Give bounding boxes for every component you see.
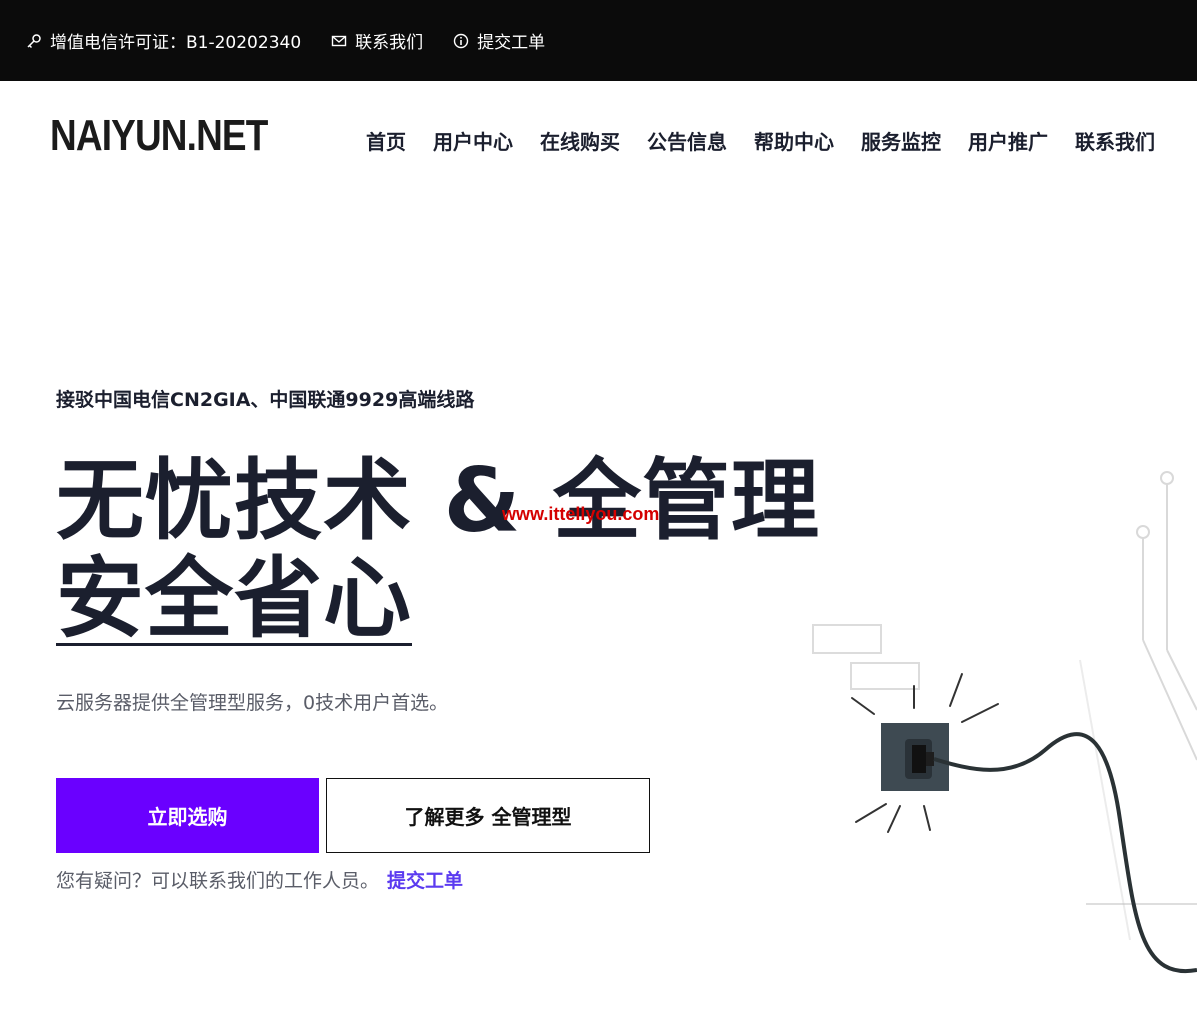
- learn-more-button[interactable]: 了解更多 全管理型: [326, 778, 650, 853]
- license-info: 增值电信许可证：B1-20202340: [26, 28, 301, 53]
- top-info-bar: 增值电信许可证：B1-20202340 联系我们 提交工单: [0, 0, 1197, 81]
- unplugged-socket-illustration: [812, 471, 1197, 974]
- headline-line-1: 无忧技术 & 全管理: [56, 449, 821, 552]
- nav-service-monitor[interactable]: 服务监控: [861, 126, 941, 155]
- nav-home[interactable]: 首页: [366, 126, 406, 155]
- nav-buy-online[interactable]: 在线购买: [540, 126, 620, 155]
- buy-now-button[interactable]: 立即选购: [56, 778, 319, 853]
- hero-headline: 无忧技术 & 全管理 安全省心: [56, 452, 820, 648]
- site-header: NAIYUN.NET 首页 用户中心 在线购买 公告信息 帮助中心 服务监控 用…: [0, 81, 1197, 201]
- nav-announcements[interactable]: 公告信息: [647, 126, 727, 155]
- submit-ticket-link[interactable]: 提交工单: [387, 870, 463, 892]
- key-icon: [27, 33, 41, 48]
- topbar-ticket-link[interactable]: 提交工单: [453, 28, 545, 53]
- topbar-contact-label: 联系我们: [355, 33, 424, 53]
- nav-contact-us[interactable]: 联系我们: [1075, 126, 1155, 155]
- nav-help-center[interactable]: 帮助中心: [754, 126, 834, 155]
- headline-line-2: 安全省心: [56, 547, 413, 650]
- main-nav: 首页 用户中心 在线购买 公告信息 帮助中心 服务监控 用户推广 联系我们: [339, 126, 1155, 155]
- contact-prompt-text: 您有疑问？可以联系我们的工作人员。: [56, 870, 380, 892]
- contact-prompt: 您有疑问？可以联系我们的工作人员。 提交工单: [56, 866, 463, 893]
- topbar-contact-link[interactable]: 联系我们: [331, 28, 423, 53]
- nav-user-center[interactable]: 用户中心: [433, 126, 513, 155]
- info-icon: [453, 33, 469, 48]
- site-logo[interactable]: NAIYUN.NET: [50, 111, 268, 161]
- hero-tagline: 接驳中国电信CN2GIA、中国联通9929高端线路: [56, 389, 475, 411]
- license-text: 增值电信许可证：B1-20202340: [50, 33, 302, 53]
- mail-icon: [331, 35, 347, 46]
- watermark-text: www.ittellyou.com: [502, 504, 660, 524]
- topbar-ticket-label: 提交工单: [477, 33, 546, 53]
- nav-referral[interactable]: 用户推广: [968, 126, 1048, 155]
- hero-description: 云服务器提供全管理型服务，0技术用户首选。: [56, 692, 449, 714]
